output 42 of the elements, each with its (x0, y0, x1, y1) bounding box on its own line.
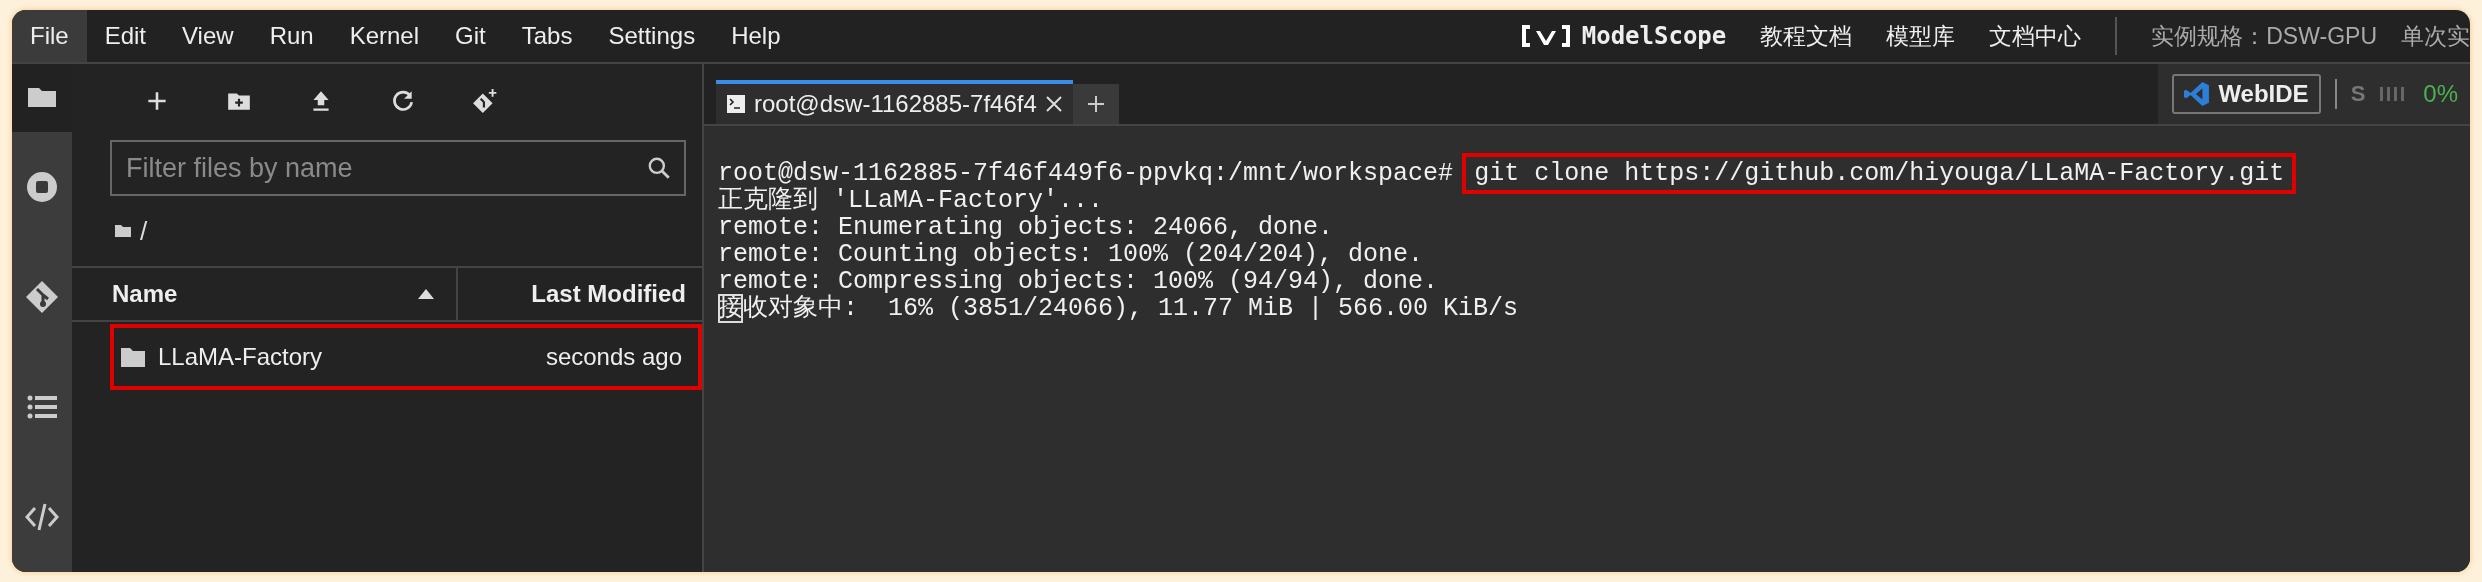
terminal-icon[interactable] (726, 94, 746, 114)
folder-icon[interactable] (120, 346, 146, 368)
menu-item[interactable]: Tabs (503, 10, 591, 62)
refresh-icon[interactable] (390, 88, 416, 114)
menu-item[interactable]: File (12, 10, 87, 62)
stop-icon[interactable] (25, 170, 59, 204)
add-tab-button[interactable] (1072, 84, 1119, 124)
terminal-line: remote: Enumerating objects: 24066, done. (718, 213, 1334, 242)
terminal-line: remote: Counting objects: 100% (204/204), done. (718, 240, 1424, 269)
close-icon[interactable] (1044, 95, 1063, 113)
terminal-tab[interactable]: root@dsw-1162885-7f46f4 (716, 80, 1073, 124)
menu-item[interactable]: View (164, 10, 252, 62)
header-link[interactable]: 教程文档 (1760, 20, 1853, 52)
search-icon[interactable] (646, 155, 672, 181)
webide-button[interactable]: WebIDE (2172, 74, 2321, 114)
plus-icon[interactable] (1085, 94, 1106, 114)
code-editor-icon[interactable] (2184, 81, 2211, 107)
header-link[interactable]: 文档中心 (1989, 20, 2082, 52)
terminal-line: 正克隆到 'LLaMA-Factory'... (718, 186, 1104, 215)
search-field[interactable]: Filter files by name (110, 140, 686, 196)
column-header[interactable]: Last Modified (458, 268, 702, 320)
brand-name: ModelScope (1581, 22, 1727, 50)
menu-item[interactable]: Settings (590, 10, 714, 62)
git-icon[interactable] (25, 280, 59, 314)
menu-item[interactable]: Kernel (331, 10, 438, 62)
terminal-line: 收对象中: 16% (3851/24066), 11.77 MiB | 566.00 KiB/s (743, 294, 1519, 323)
header-link[interactable]: 模型库 (1886, 20, 1956, 52)
usage-percent: 0% (2423, 80, 2458, 108)
header-label: 单次实 (2401, 21, 2470, 51)
menu-item[interactable]: Help (713, 10, 799, 62)
column-header[interactable]: Name (72, 268, 458, 320)
command-text: git clone https://github.com/hiyouga/LLaMA-Factory.git (1462, 153, 2297, 194)
instance-spec: 实例规格：DSW-GPU (2151, 21, 2377, 51)
menu-item[interactable]: Run (251, 10, 332, 62)
file-row[interactable]: LLaMA-Factory seconds ago (110, 324, 702, 390)
breadcrumb-path[interactable]: / (140, 215, 148, 247)
menu-item[interactable]: Git (437, 10, 504, 62)
git-clone-icon[interactable] (472, 88, 498, 114)
status-letter: S (2350, 81, 2366, 107)
menu-item[interactable]: Edit (86, 10, 165, 62)
sort-ascending-icon[interactable] (418, 289, 434, 299)
folder-icon[interactable] (114, 223, 132, 239)
